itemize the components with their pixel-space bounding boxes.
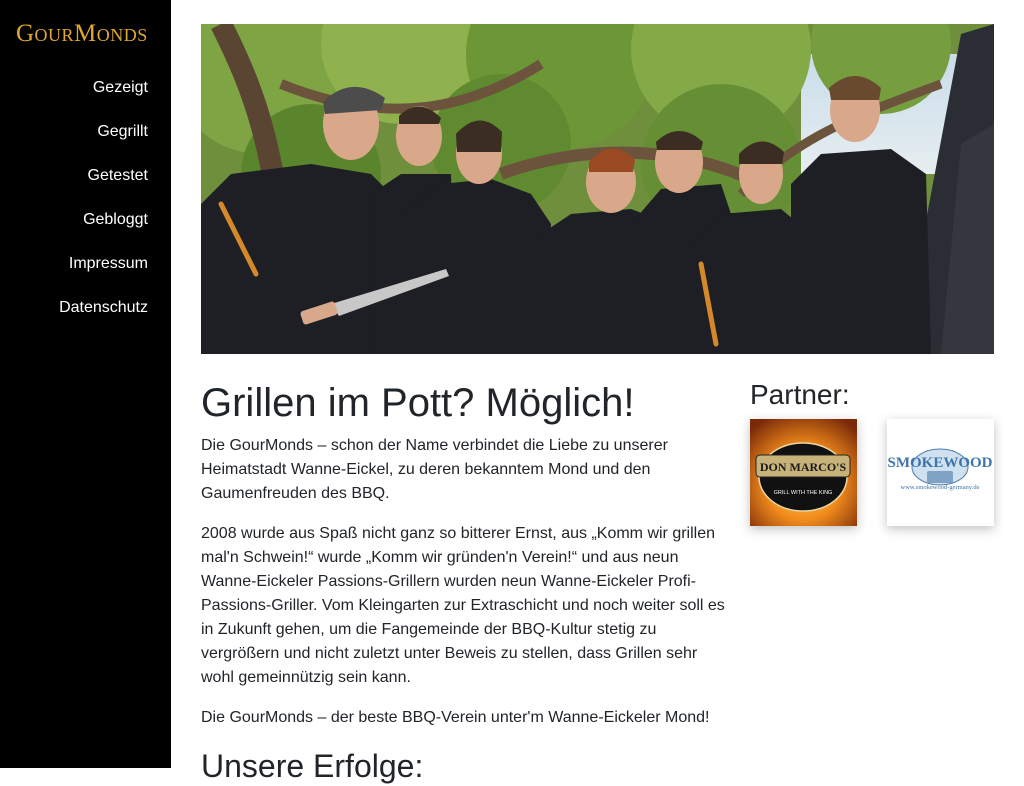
brand-logo[interactable]: GourMonds xyxy=(16,20,148,48)
nav-item-getestet[interactable]: Getestet xyxy=(88,167,148,184)
achievements-heading: Unsere Erfolge: xyxy=(201,748,424,784)
hero-team-photo xyxy=(201,24,994,354)
nav-item-impressum[interactable]: Impressum xyxy=(69,255,148,272)
smokewood-logo-url: www.smokewood-germany.de xyxy=(901,484,980,491)
slogan-paragraph: Die GourMonds – der beste BBQ-Verein unt… xyxy=(201,709,710,726)
partner-heading: Partner: xyxy=(750,379,850,410)
main-nav: Gezeigt Gegrillt Getestet Gebloggt Impre… xyxy=(59,78,148,342)
nav-item-gebloggt[interactable]: Gebloggt xyxy=(83,211,148,228)
partner-logo-don-marcos[interactable]: DON MARCO'S GRILL WITH THE KING xyxy=(750,419,857,526)
intro-paragraph: Die GourMonds – schon der Name verbindet… xyxy=(201,437,668,502)
nav-item-gezeigt[interactable]: Gezeigt xyxy=(93,79,148,96)
sidebar: GourMonds Gezeigt Gegrillt Getestet Gebl… xyxy=(0,0,171,768)
page-title: Grillen im Pott? Möglich! xyxy=(201,381,635,425)
main-content: Grillen im Pott? Möglich! Die GourMonds … xyxy=(201,380,726,786)
nav-item-datenschutz[interactable]: Datenschutz xyxy=(59,299,148,316)
partner-logo-smokewood[interactable]: SMOKEWOOD www.smokewood-germany.de xyxy=(887,419,994,526)
nav-item-gegrillt[interactable]: Gegrillt xyxy=(97,123,148,140)
history-paragraph: 2008 wurde aus Spaß nicht ganz so bitter… xyxy=(201,525,725,686)
don-marcos-logo-text: DON MARCO'S xyxy=(760,460,847,474)
smokewood-logo-text: SMOKEWOOD xyxy=(887,455,992,471)
partner-section: Partner: DON MARCO'S GRILL WITH THE KING… xyxy=(750,378,994,526)
don-marcos-logo-subline: GRILL WITH THE KING xyxy=(774,490,833,496)
